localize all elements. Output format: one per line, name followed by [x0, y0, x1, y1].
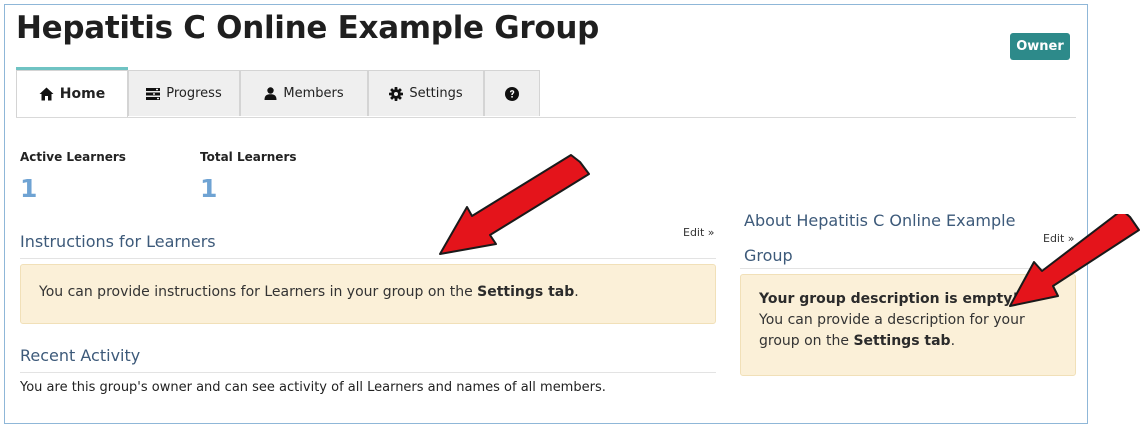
instructions-notice: You can provide instructions for Learner… [20, 264, 716, 324]
tab-home[interactable]: Home [16, 70, 128, 117]
gear-icon [389, 86, 404, 101]
instructions-notice-end: . [574, 284, 579, 300]
tab-members[interactable]: Members [240, 70, 368, 116]
owner-badge: Owner [1010, 33, 1070, 60]
tab-bar: Home Progress Members Settings [16, 67, 1076, 118]
about-notice-end: . [950, 333, 956, 349]
instructions-heading: Instructions for Learners [20, 232, 216, 251]
page-title: Hepatitis C Online Example Group [16, 10, 600, 46]
annotation-arrow [1009, 214, 1140, 307]
total-learners-value: 1 [200, 174, 218, 203]
about-heading: About Hepatitis C Online Example Group [744, 211, 1016, 265]
progress-icon [146, 87, 161, 100]
recent-activity-text: You are this group's owner and can see a… [20, 380, 606, 395]
tab-settings-label: Settings [409, 86, 463, 101]
tab-progress-label: Progress [166, 86, 222, 101]
tab-settings[interactable]: Settings [368, 70, 484, 116]
tab-home-label: Home [59, 86, 106, 102]
tab-help[interactable] [484, 70, 540, 116]
about-settings-link[interactable]: Settings tab [853, 333, 950, 349]
help-icon [505, 86, 519, 101]
instructions-divider [20, 258, 716, 259]
instructions-notice-text: You can provide instructions for Learner… [39, 284, 478, 300]
total-learners-label: Total Learners [200, 150, 297, 164]
instructions-settings-link[interactable]: Settings tab [477, 284, 574, 300]
tab-progress[interactable]: Progress [128, 70, 240, 116]
recent-activity-heading: Recent Activity [20, 346, 141, 365]
annotation-arrow [439, 154, 590, 255]
active-learners-label: Active Learners [20, 150, 126, 164]
home-icon [39, 87, 54, 101]
tab-members-label: Members [283, 86, 344, 101]
recent-activity-divider [20, 372, 716, 373]
user-icon [264, 87, 277, 100]
active-learners-value: 1 [20, 174, 38, 203]
instructions-edit-link[interactable]: Edit » [683, 226, 715, 239]
